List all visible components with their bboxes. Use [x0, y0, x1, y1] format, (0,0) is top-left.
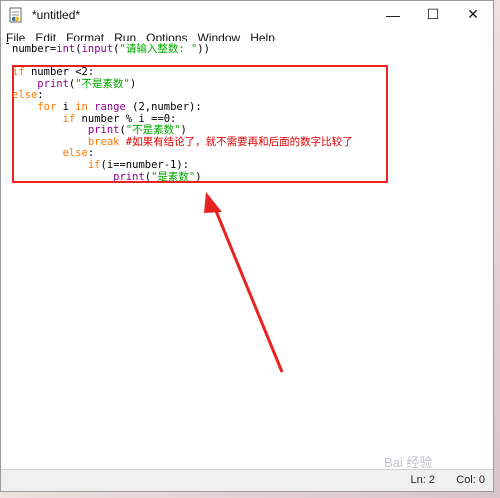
watermark-logo: Bai 经验 — [384, 455, 433, 470]
annotation-arrow-icon — [204, 192, 284, 373]
